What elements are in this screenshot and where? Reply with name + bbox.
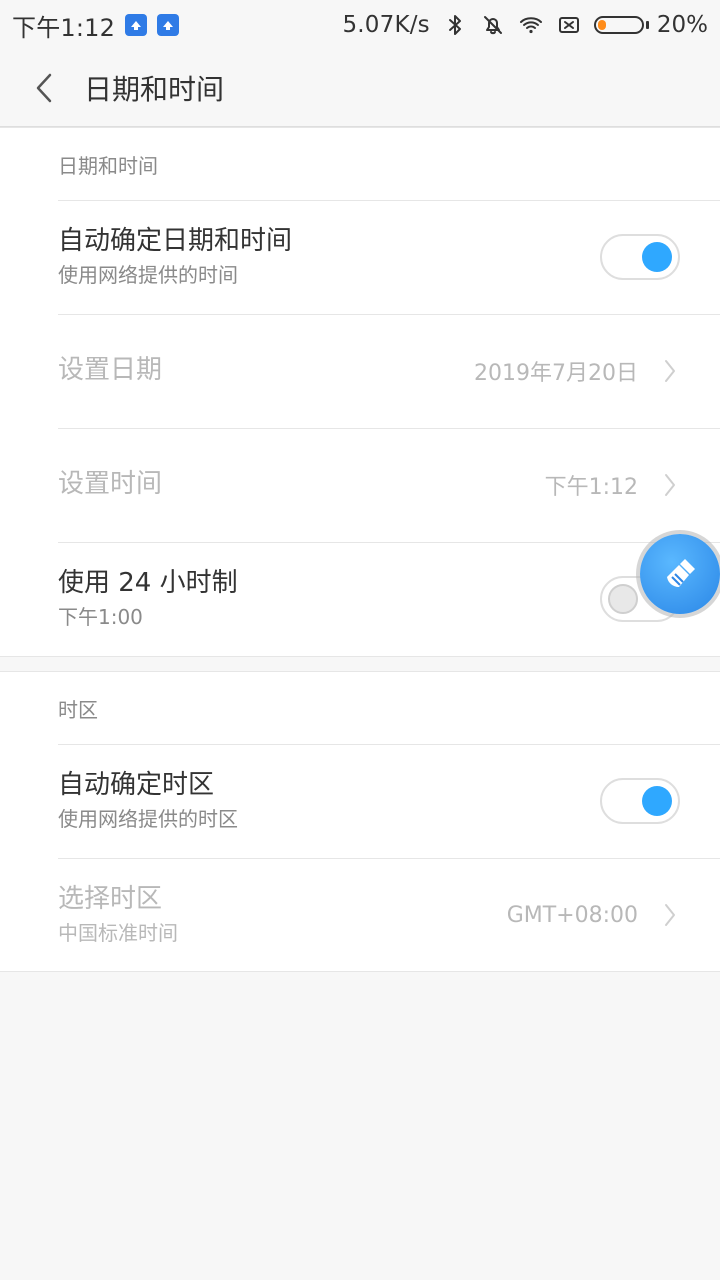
section-header: 时区 (58, 697, 98, 722)
row-subtitle: 下午1:00 (58, 605, 143, 630)
row-title: 设置日期 (58, 355, 163, 386)
status-bar: 下午1:12 5.07K/s 20% (0, 0, 720, 50)
battery-icon (593, 16, 644, 34)
status-time: 下午1:12 (12, 13, 116, 42)
row-subtitle: 中国标准时间 (58, 921, 178, 946)
back-arrow-icon (36, 73, 52, 103)
page-title: 日期和时间 (84, 73, 225, 106)
toggle-knob (642, 786, 672, 816)
broom-icon (667, 559, 695, 587)
toggle-knob (608, 584, 638, 614)
bluetooth-icon (442, 12, 468, 38)
row-text: 设置时间 (58, 469, 545, 500)
auto-timezone-row[interactable]: 自动确定时区 使用网络提供的时区 (0, 744, 720, 858)
auto-date-time-toggle[interactable] (600, 234, 680, 280)
battery-fill (597, 20, 607, 30)
date-value: 2019年7月20日 (474, 361, 638, 386)
row-title: 选择时区 (58, 883, 163, 914)
chevron-right-icon (660, 901, 680, 929)
row-title: 使用 24 小时制 (58, 567, 238, 598)
section-header: 日期和时间 (58, 153, 158, 178)
battery-indicator: 20% (593, 12, 708, 38)
app-icon (125, 14, 148, 36)
section-date-time: 日期和时间 自动确定日期和时间 使用网络提供的时间 设置日期 2019年7月20… (0, 127, 720, 657)
row-subtitle: 使用网络提供的时区 (58, 807, 238, 832)
row-title: 自动确定日期和时间 (58, 225, 293, 256)
row-text: 自动确定日期和时间 使用网络提供的时间 (58, 226, 600, 288)
chevron-right-icon (660, 471, 680, 499)
back-button[interactable] (16, 60, 72, 116)
set-date-row[interactable]: 设置日期 2019年7月20日 (0, 314, 720, 428)
section-timezone: 时区 自动确定时区 使用网络提供的时区 选择时区 中国标准时间 GMT+08:0… (0, 671, 720, 972)
row-title: 设置时间 (58, 469, 163, 500)
auto-date-time-row[interactable]: 自动确定日期和时间 使用网络提供的时间 (0, 200, 720, 314)
wifi-icon (518, 12, 544, 38)
sim-off-icon (556, 12, 582, 38)
title-bar: 日期和时间 (0, 50, 720, 127)
floating-cleanup-button[interactable] (640, 534, 720, 614)
network-speed: 5.07K/s (342, 12, 430, 38)
timezone-value: GMT+08:00 (506, 902, 638, 928)
set-time-row[interactable]: 设置时间 下午1:12 (0, 428, 720, 542)
row-text: 设置日期 (58, 355, 474, 386)
row-text: 使用 24 小时制 下午1:00 (58, 568, 600, 630)
chevron-right-icon (660, 357, 680, 385)
battery-percent: 20% (656, 12, 708, 38)
row-subtitle: 使用网络提供的时间 (58, 263, 238, 288)
toggle-knob (642, 242, 672, 272)
use-24-hour-row[interactable]: 使用 24 小时制 下午1:00 (0, 542, 720, 656)
select-timezone-row[interactable]: 选择时区 中国标准时间 GMT+08:00 (0, 858, 720, 972)
battery-tip (645, 21, 649, 29)
status-left: 下午1:12 (12, 0, 180, 50)
time-value: 下午1:12 (544, 475, 638, 500)
row-text: 选择时区 中国标准时间 (58, 884, 507, 946)
row-title: 自动确定时区 (58, 769, 215, 800)
auto-timezone-toggle[interactable] (600, 778, 680, 824)
row-text: 自动确定时区 使用网络提供的时区 (58, 770, 600, 832)
mute-bell-icon (480, 12, 506, 38)
status-right: 5.07K/s 20% (342, 0, 708, 50)
app-icon (157, 14, 180, 36)
